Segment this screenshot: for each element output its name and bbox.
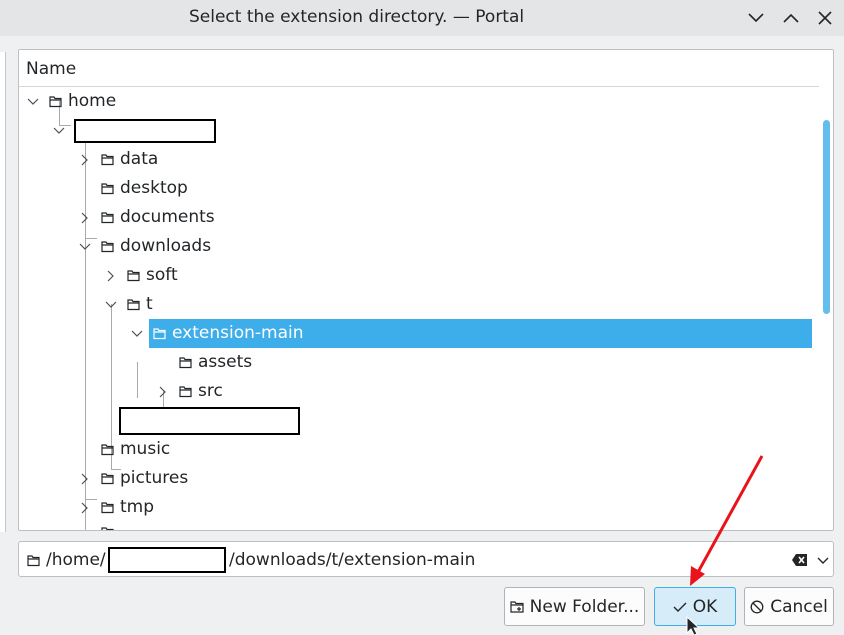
tree-row-label: t: [146, 294, 153, 314]
tree-row-home[interactable]: home: [19, 87, 812, 116]
tree-row-assets[interactable]: assets: [19, 348, 812, 377]
tree-row-label: home: [68, 91, 117, 111]
maximize-button[interactable]: [779, 6, 803, 30]
tree-row-label: tmp: [120, 497, 155, 517]
folder-icon: [101, 473, 114, 485]
tree-row-label: src: [198, 381, 223, 401]
folder-icon: [101, 502, 114, 514]
folder-icon: [27, 555, 40, 567]
tree-row-data[interactable]: data: [19, 145, 812, 174]
tree-row-extension-main[interactable]: extension-main: [19, 319, 812, 348]
folder-icon: [101, 241, 114, 253]
directory-tree[interactable]: Name home data desktop documents downloa…: [18, 49, 834, 531]
close-icon: [818, 11, 832, 25]
folder-icon: [101, 444, 114, 456]
tree-row-desktop[interactable]: desktop: [19, 174, 812, 203]
window-title: Select the extension directory. — Portal: [189, 7, 525, 27]
folder-icon: [153, 328, 166, 340]
check-icon: [673, 602, 687, 612]
tree-row-partial[interactable]: [19, 522, 812, 530]
tree-row-documents[interactable]: documents: [19, 203, 812, 232]
close-button[interactable]: [813, 6, 837, 30]
redacted-username: [74, 119, 216, 143]
column-header-name[interactable]: Name: [19, 50, 819, 87]
cancel-button[interactable]: Cancel: [744, 587, 834, 626]
redacted-username: [108, 547, 226, 573]
chevron-down-icon[interactable]: [131, 328, 143, 340]
chevron-down-icon[interactable]: [105, 299, 117, 311]
path-suffix: /downloads/t/extension-main: [229, 550, 476, 570]
chevron-down-icon[interactable]: [816, 552, 830, 568]
tree-row-tmp[interactable]: tmp: [19, 493, 812, 522]
scrollbar-thumb[interactable]: [823, 120, 830, 314]
new-folder-icon: [510, 600, 524, 613]
folder-icon: [101, 154, 114, 166]
folder-icon: [179, 357, 192, 369]
folder-icon: [127, 270, 140, 282]
chevron-down-icon[interactable]: [53, 125, 65, 137]
path-input[interactable]: /home/ /downloads/t/extension-main: [18, 541, 834, 577]
tree-row-soft[interactable]: soft: [19, 261, 812, 290]
folder-icon: [49, 96, 62, 108]
folder-icon: [101, 527, 114, 530]
tree-body: home data desktop documents downloads so…: [19, 87, 819, 530]
tree-row-pictures[interactable]: pictures: [19, 464, 812, 493]
redacted-folder-name: [119, 407, 300, 435]
minimize-button[interactable]: [744, 6, 768, 30]
tree-row-t[interactable]: t: [19, 290, 812, 319]
path-prefix: /home/: [46, 550, 106, 570]
cancel-icon: [750, 600, 764, 613]
folder-icon: [101, 212, 114, 224]
tree-scrollbar[interactable]: [819, 50, 833, 530]
left-panel-edge: [0, 52, 6, 532]
tree-row-src[interactable]: src: [19, 377, 812, 406]
tree-row-label: documents: [120, 207, 215, 227]
tree-row-label: pictures: [120, 468, 189, 488]
chevron-right-icon[interactable]: [79, 212, 91, 224]
tree-row-label: desktop: [120, 178, 188, 198]
tree-row-label: downloads: [120, 236, 212, 256]
tree-row-label: assets: [198, 352, 253, 372]
tree-row-downloads[interactable]: downloads: [19, 232, 812, 261]
tree-row-label: soft: [146, 265, 178, 285]
folder-icon: [179, 386, 192, 398]
tree-row-label: music: [120, 439, 171, 459]
chevron-right-icon[interactable]: [79, 154, 91, 166]
chevron-right-icon[interactable]: [79, 502, 91, 514]
title-bar: Select the extension directory. — Portal: [0, 0, 844, 36]
folder-icon: [127, 299, 140, 311]
tree-row-music[interactable]: music: [19, 435, 812, 464]
backspace-clear-icon[interactable]: [791, 552, 809, 568]
chevron-up-icon: [783, 13, 799, 23]
chevron-right-icon[interactable]: [157, 386, 169, 398]
tree-row-label: data: [120, 149, 159, 169]
ok-button[interactable]: OK: [654, 587, 736, 626]
chevron-down-icon[interactable]: [79, 241, 91, 253]
tree-row-user[interactable]: [19, 116, 812, 145]
ok-label: OK: [692, 596, 718, 617]
chevron-down-icon[interactable]: [27, 96, 39, 108]
new-folder-button[interactable]: New Folder...: [504, 587, 645, 626]
chevron-right-icon[interactable]: [79, 473, 91, 485]
column-header-label: Name: [26, 59, 77, 79]
tree-row-redacted[interactable]: [19, 406, 812, 435]
new-folder-label: New Folder...: [529, 596, 640, 617]
tree-row-label: extension-main: [172, 323, 304, 343]
cancel-label: Cancel: [770, 596, 828, 617]
chevron-right-icon[interactable]: [105, 270, 117, 282]
folder-icon: [101, 183, 114, 195]
chevron-down-icon: [748, 13, 764, 23]
